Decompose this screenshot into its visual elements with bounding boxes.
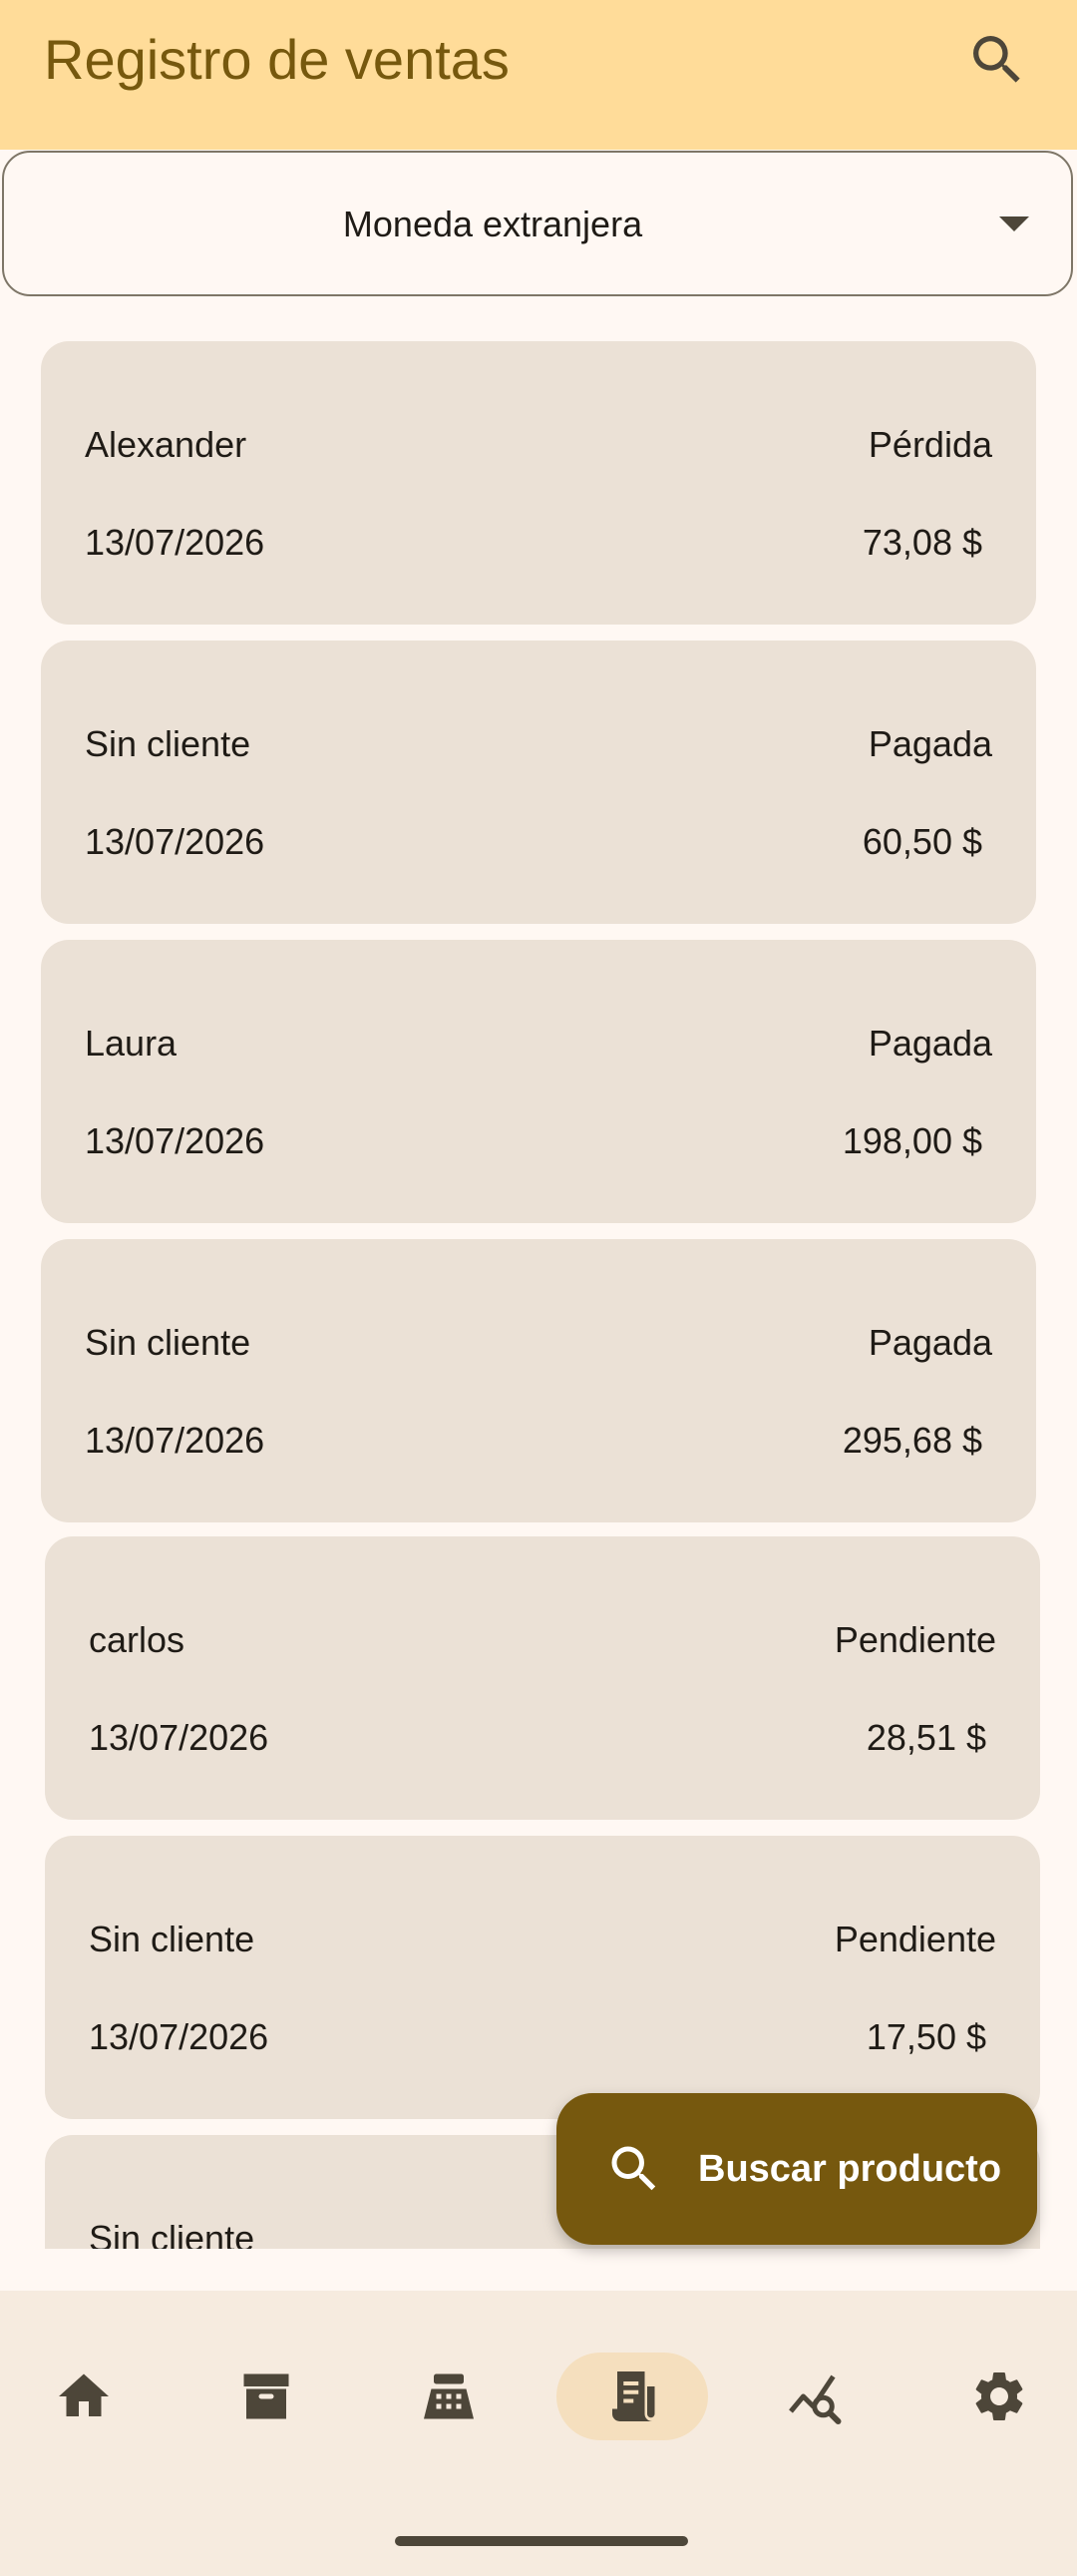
sale-date: 13/07/2026 bbox=[89, 2016, 269, 2057]
sale-status: Pagada bbox=[868, 1023, 992, 1064]
receipt-icon bbox=[612, 2371, 655, 2421]
sale-card[interactable]: Sin cliente Pendiente 13/07/2026 17,50 $ bbox=[45, 1836, 1040, 2119]
search-icon bbox=[611, 2146, 656, 2191]
sale-client: Sin cliente bbox=[89, 1919, 255, 1959]
fab-label: Buscar producto bbox=[698, 2148, 1002, 2190]
nav-inventory[interactable] bbox=[206, 2353, 326, 2440]
sale-amount: 198,00 $ bbox=[842, 1120, 982, 1161]
settings-gear-icon bbox=[975, 2372, 1023, 2420]
nav-sales-records[interactable] bbox=[556, 2353, 708, 2440]
search-product-fab[interactable]: Buscar producto bbox=[556, 2093, 1037, 2245]
home-icon bbox=[59, 2373, 109, 2416]
sale-date: 13/07/2026 bbox=[85, 1120, 265, 1161]
home-indicator[interactable] bbox=[395, 2536, 688, 2546]
sale-client: carlos bbox=[89, 1619, 185, 1660]
sale-date: 13/07/2026 bbox=[85, 821, 265, 862]
sale-card[interactable]: Sin cliente Pagada 13/07/2026 295,68 $ bbox=[41, 1239, 1036, 1522]
sale-amount: 60,50 $ bbox=[862, 821, 982, 862]
search-icon bbox=[973, 36, 1020, 83]
sale-date: 13/07/2026 bbox=[85, 1420, 265, 1461]
sale-date: 13/07/2026 bbox=[89, 1717, 269, 1758]
sale-amount: 28,51 $ bbox=[866, 1717, 986, 1758]
search-button[interactable] bbox=[965, 28, 1029, 92]
page-title: Registro de ventas bbox=[44, 28, 510, 91]
sale-amount: 17,50 $ bbox=[866, 2016, 986, 2057]
currency-dropdown[interactable]: Moneda extranjera bbox=[2, 151, 1073, 296]
sale-card[interactable]: Laura Pagada 13/07/2026 198,00 $ bbox=[41, 940, 1036, 1223]
sale-card[interactable]: carlos Pendiente 13/07/2026 28,51 $ bbox=[45, 1536, 1040, 1820]
sale-status: Pérdida bbox=[868, 424, 992, 465]
nav-point-of-sale[interactable] bbox=[389, 2353, 509, 2440]
sale-amount: 73,08 $ bbox=[862, 522, 982, 563]
nav-settings[interactable] bbox=[939, 2353, 1059, 2440]
nav-reports[interactable] bbox=[756, 2353, 876, 2440]
currency-dropdown-value: Moneda extranjera bbox=[342, 204, 643, 244]
sale-status: Pendiente bbox=[834, 1619, 996, 1660]
sale-client: Alexander bbox=[85, 424, 247, 465]
sale-client: Sin cliente bbox=[85, 1322, 251, 1363]
sale-client: Sin cliente bbox=[89, 2218, 255, 2249]
cash-register-icon bbox=[424, 2373, 474, 2419]
sale-amount: 295,68 $ bbox=[842, 1420, 982, 1461]
sale-date: 13/07/2026 bbox=[85, 522, 265, 563]
analytics-search-icon bbox=[789, 2374, 842, 2424]
sale-card[interactable]: Alexander Pérdida 13/07/2026 73,08 $ bbox=[41, 341, 1036, 625]
sale-status: Pagada bbox=[868, 723, 992, 764]
sale-client: Laura bbox=[85, 1023, 178, 1064]
dropdown-arrow-icon bbox=[999, 216, 1029, 231]
sale-client: Sin cliente bbox=[85, 723, 251, 764]
sale-status: Pagada bbox=[868, 1322, 992, 1363]
sale-card[interactable]: Sin cliente Pagada 13/07/2026 60,50 $ bbox=[41, 641, 1036, 924]
top-app-bar: Registro de ventas bbox=[0, 0, 1077, 150]
bottom-navigation bbox=[0, 2291, 1077, 2576]
sales-list[interactable]: Alexander Pérdida 13/07/2026 73,08 $ Sin… bbox=[0, 309, 1077, 2249]
sale-status: Pendiente bbox=[834, 1919, 996, 1959]
archive-box-icon bbox=[243, 2373, 289, 2419]
nav-home[interactable] bbox=[24, 2353, 144, 2440]
